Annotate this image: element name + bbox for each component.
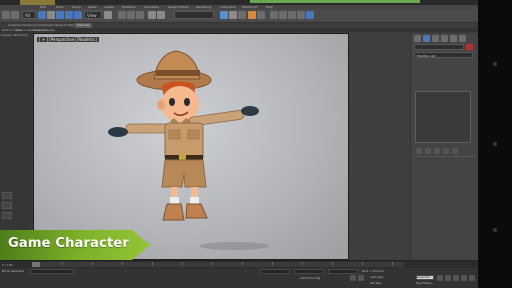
modifier-stack[interactable] (415, 91, 471, 143)
angle-snap-icon[interactable] (127, 11, 135, 19)
select-region-icon[interactable] (47, 11, 55, 19)
panel-item[interactable] (2, 192, 12, 199)
frame-counter: 0 / 100 (2, 263, 13, 267)
device-bezel (478, 0, 512, 288)
divider (414, 156, 476, 157)
snap-icon[interactable] (118, 11, 126, 19)
screen: Edit Tools Group Views Create Modifiers … (0, 0, 478, 288)
go-to-end-icon[interactable] (453, 275, 459, 281)
key-mode-icon[interactable] (350, 275, 356, 281)
set-key-button[interactable]: Set Key (370, 281, 381, 285)
toolbar-icon[interactable] (297, 11, 305, 19)
material-editor-icon[interactable] (220, 11, 228, 19)
coordinate-z-field[interactable] (328, 269, 358, 274)
maxscript-listener[interactable] (30, 269, 74, 274)
undo-icon[interactable] (2, 11, 10, 19)
named-selection-field[interactable] (174, 11, 214, 19)
timeline-tick (242, 262, 243, 265)
timeline-tick (362, 262, 363, 265)
auto-key-button[interactable]: Auto Key (370, 275, 383, 279)
zoom-icon[interactable] (461, 275, 467, 281)
scale-icon[interactable] (74, 11, 82, 19)
panel-item[interactable] (2, 202, 12, 209)
timeline-track[interactable] (32, 262, 404, 267)
set-key-icon[interactable] (358, 275, 364, 281)
modify-tab-icon[interactable] (423, 35, 430, 42)
command-panel: Modifier List (410, 33, 478, 260)
time-slider-handle[interactable] (32, 262, 40, 267)
timeline-tick (182, 262, 183, 265)
status-bar: None Selected Grid = 10.0cm Add Time Tag… (0, 268, 478, 288)
display-tab-icon[interactable] (450, 35, 457, 42)
selection-filter-dropdown[interactable]: All (22, 11, 36, 19)
timeline-tick (272, 262, 273, 265)
mirror-icon[interactable] (148, 11, 156, 19)
timeline-tick (212, 262, 213, 265)
banner-title: Game Character (8, 236, 130, 251)
game-character-model[interactable] (34, 34, 349, 260)
percent-snap-icon[interactable] (136, 11, 144, 19)
show-end-result-icon[interactable] (425, 148, 431, 154)
title-accent (250, 0, 420, 3)
command-panel-tabs (414, 35, 476, 43)
motion-tab-icon[interactable] (441, 35, 448, 42)
panel-item[interactable] (2, 212, 12, 219)
timeline-tick (302, 262, 303, 265)
add-time-tag[interactable]: Add Time Tag (300, 276, 320, 280)
make-unique-icon[interactable] (434, 148, 440, 154)
utilities-tab-icon[interactable] (459, 35, 466, 42)
ribbon-panel-label[interactable]: Display (44, 28, 55, 32)
bezel-sensor-icon (493, 142, 497, 146)
hierarchy-tab-icon[interactable] (432, 35, 439, 42)
grid-size: Grid = 10.0cm (362, 269, 384, 273)
bezel-sensor-icon (493, 228, 497, 232)
selection-status: None Selected (2, 269, 24, 273)
play-icon[interactable] (445, 275, 451, 281)
toolbar-icon[interactable] (270, 11, 278, 19)
timeline-tick (152, 262, 153, 265)
remove-modifier-icon[interactable] (443, 148, 449, 154)
render-setup-icon[interactable] (229, 11, 237, 19)
coordinate-y-field[interactable] (294, 269, 324, 274)
redo-icon[interactable] (11, 11, 19, 19)
selected-dropdown-label: Selected (417, 275, 431, 279)
timeline-tick (392, 262, 393, 265)
toolbar-icon[interactable] (306, 11, 314, 19)
create-tab-icon[interactable] (414, 35, 421, 42)
timeline-tick (122, 262, 123, 265)
perspective-viewport[interactable]: [ + ] [Perspective] [Realistic] (33, 33, 349, 260)
render-icon[interactable] (248, 11, 256, 19)
timeline-tick (92, 262, 93, 265)
render-frame-icon[interactable] (238, 11, 246, 19)
reference-coordinate-dropdown[interactable]: View (84, 11, 102, 19)
key-filters-button[interactable]: Key Filters... (416, 281, 434, 285)
object-name-field[interactable] (414, 44, 464, 50)
select-icon[interactable] (38, 11, 46, 19)
move-icon[interactable] (56, 11, 64, 19)
timeline-tick (332, 262, 333, 265)
toolbar-icon[interactable] (288, 11, 296, 19)
coordinate-x-field[interactable] (260, 269, 290, 274)
render-production-icon[interactable] (257, 11, 265, 19)
timeline-tick (62, 262, 63, 265)
modifier-list-dropdown[interactable]: Modifier List (414, 52, 473, 58)
toolbar-icon[interactable] (279, 11, 287, 19)
orbit-icon[interactable] (469, 275, 475, 281)
viewport-right-area (349, 33, 410, 260)
pivot-icon[interactable] (104, 11, 112, 19)
configure-modifier-sets-icon[interactable] (452, 148, 458, 154)
align-icon[interactable] (157, 11, 165, 19)
pin-stack-icon[interactable] (416, 148, 422, 154)
object-color-swatch[interactable] (466, 44, 473, 50)
left-panel-label: Polygon Modeling (1, 33, 28, 37)
ribbon-panel: Define Flows Define Idle Areas Simulatio… (0, 28, 478, 32)
main-toolbar: All View (0, 9, 478, 23)
bezel-sensor-icon (493, 62, 497, 66)
app-window: Edit Tools Group Views Create Modifiers … (0, 0, 512, 288)
left-panel: Polygon Modeling (0, 32, 32, 260)
rotate-icon[interactable] (65, 11, 73, 19)
go-to-start-icon[interactable] (437, 275, 443, 281)
